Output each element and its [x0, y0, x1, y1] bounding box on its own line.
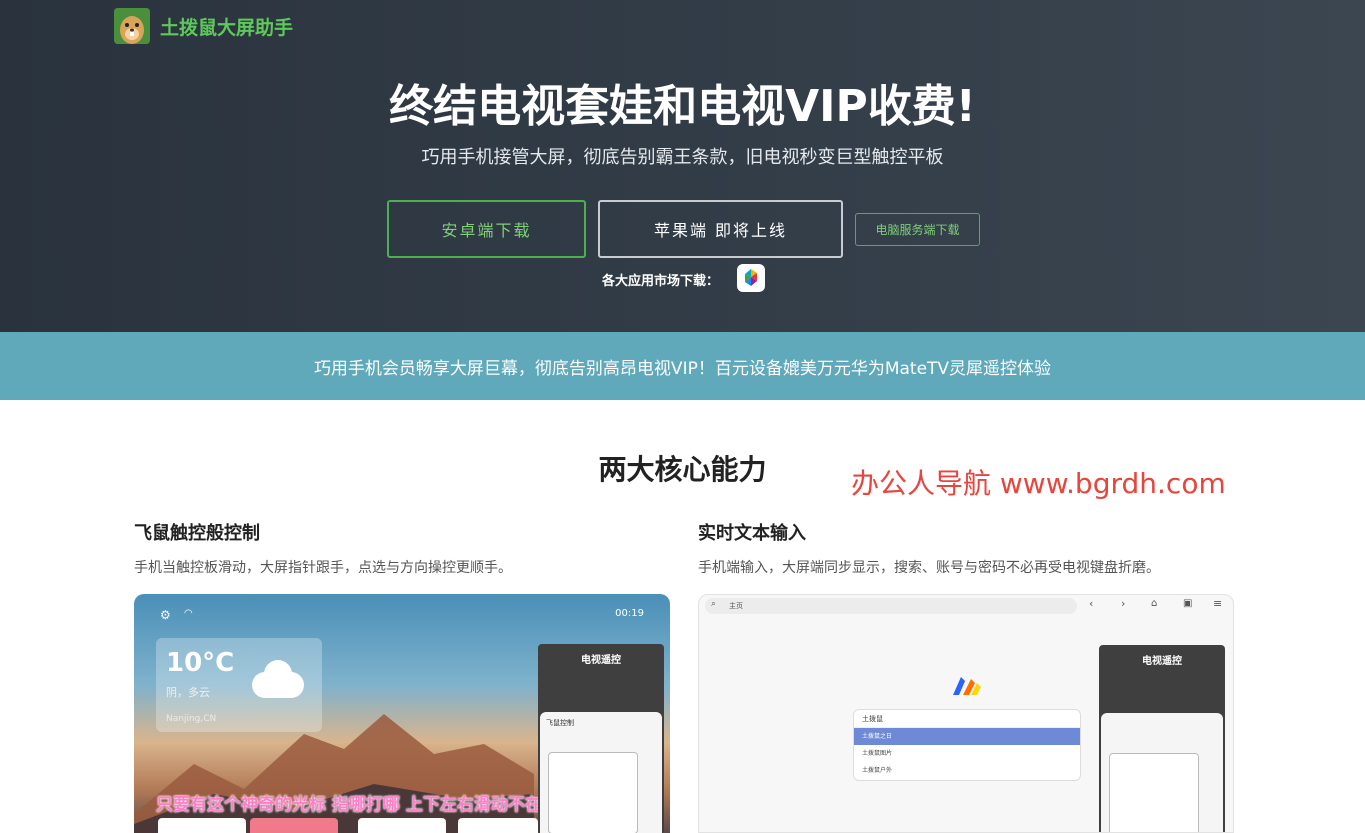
suggestion-item[interactable]: 土拨鼠之日	[854, 728, 1080, 745]
browser-address-text: 主页	[729, 602, 743, 610]
search-input[interactable]: 土拨鼠	[854, 710, 1080, 728]
watermark-text: 办公人导航 www.bgrdh.com	[851, 467, 1226, 500]
video-subtitle: 只要有这个神奇的光标 指哪打哪 上下左右滑动不在话下	[156, 795, 576, 815]
phone-control-card	[1101, 713, 1223, 832]
phone-remote-mockup: 电视遥控 飞鼠控制	[538, 644, 664, 833]
menu-icon[interactable]: ≡	[1213, 597, 1222, 610]
feature-screenshot-text-input: ⌕ 主页 ‹ › ⌂ ▣ ≡ 土拨鼠 土拨鼠之日 土拨鼠图片 土拨鼠户外 电视遥…	[698, 594, 1234, 833]
home-icon[interactable]: ⌂	[1151, 598, 1157, 609]
feature-desc-text-input: 手机端输入，大屏端同步显示，搜索、账号与密码不必再受电视键盘折磨。	[698, 560, 1160, 576]
app-tile[interactable]	[158, 818, 246, 833]
touchpad-area[interactable]	[1109, 753, 1199, 832]
hero-subtitle: 巧用手机接管大屏，彻底告别霸王条款，旧电视秒变巨型触控平板	[421, 147, 944, 168]
suggestion-item[interactable]: 土拨鼠户外	[854, 762, 1080, 779]
search-icon: ⌕	[711, 599, 717, 609]
tabs-icon[interactable]: ▣	[1183, 598, 1192, 609]
pc-server-download-button[interactable]: 电脑服务端下载	[855, 213, 980, 246]
suggestion-item[interactable]: 土拨鼠图片	[854, 745, 1080, 762]
phone-remote-mockup: 电视遥控	[1099, 645, 1225, 832]
browser-address-bar[interactable]: ⌕ 主页	[705, 598, 1077, 614]
groundhog-logo-icon	[114, 8, 150, 44]
phone-remote-title: 电视遥控	[581, 655, 621, 666]
brand-name: 土拨鼠大屏助手	[160, 16, 294, 39]
promo-banner-text: 巧用手机会员畅享大屏巨幕，彻底告别高昂电视VIP！百元设备媲美万元华为MateT…	[313, 358, 1052, 379]
phone-remote-title: 电视遥控	[1142, 656, 1182, 667]
app-store-icon[interactable]	[737, 264, 765, 292]
phone-card-title: 飞鼠控制	[546, 719, 574, 727]
promo-banner: 巧用手机会员畅享大屏巨幕，彻底告别高昂电视VIP！百元设备媲美万元华为MateT…	[0, 332, 1365, 400]
android-download-button[interactable]: 安卓端下载	[387, 200, 586, 258]
app-market-label: 各大应用市场下载：	[602, 274, 720, 289]
feature-desc-air-mouse: 手机当触控板滑动，大屏指针跟手，点选与方向操控更顺手。	[134, 560, 512, 576]
phone-control-card: 飞鼠控制	[540, 712, 662, 833]
browser-logo-icon	[953, 677, 981, 695]
brand[interactable]: 土拨鼠大屏助手	[114, 8, 293, 44]
back-icon[interactable]: ‹	[1089, 597, 1093, 610]
app-tile[interactable]	[250, 818, 338, 833]
weather-temperature: 10°C	[166, 648, 235, 678]
hero-section: 土拨鼠大屏助手 终结电视套娃和电视VIP收费! 巧用手机接管大屏，彻底告别霸王条…	[0, 0, 1365, 332]
settings-icon: ⚙	[160, 608, 171, 622]
hero-title: 终结电视套娃和电视VIP收费!	[389, 81, 976, 132]
feature-title-text-input: 实时文本输入	[698, 523, 806, 544]
feature-screenshot-air-mouse: ⚙ ◠ 00:19 10°C 阴，多云 Nanjing,CN 只要有这个神奇的光…	[134, 594, 670, 833]
search-suggestion-box: 土拨鼠 土拨鼠之日 土拨鼠图片 土拨鼠户外	[853, 709, 1081, 781]
clock-time: 00:19	[615, 608, 644, 619]
forward-icon[interactable]: ›	[1121, 597, 1125, 610]
wifi-icon: ◠	[184, 608, 193, 619]
ios-coming-soon-button[interactable]: 苹果端 即将上线	[598, 200, 843, 258]
feature-title-air-mouse: 飞鼠触控般控制	[134, 523, 260, 544]
app-tile[interactable]	[458, 818, 538, 833]
app-tile[interactable]	[358, 818, 446, 833]
touchpad-area[interactable]	[548, 752, 638, 833]
